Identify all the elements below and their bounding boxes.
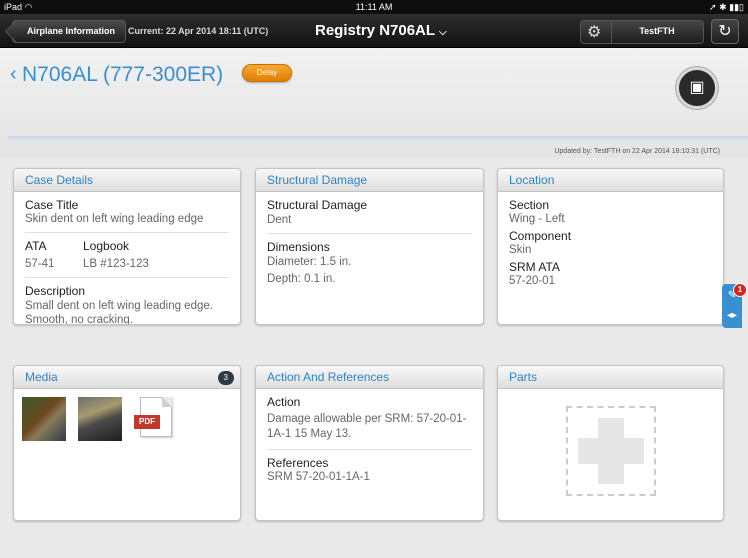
battery-icon: ➚ ✱ ▮▮▯ <box>709 2 744 12</box>
add-part-placeholder[interactable] <box>566 406 656 496</box>
media-thumbnail-photo[interactable] <box>22 397 66 441</box>
status-badge[interactable]: Delay <box>242 64 292 82</box>
back-button-label: Airplane Information <box>27 26 116 36</box>
airplane-information-back-button[interactable]: Airplane Information <box>12 20 127 43</box>
component-label: Component <box>509 229 572 243</box>
pdf-document-icon[interactable]: PDF <box>134 397 174 439</box>
location-card: Location Section Wing - Left Component S… <box>497 168 724 325</box>
registry-title-dropdown[interactable]: Registry N706AL ⌵ <box>315 22 447 39</box>
camera-icon: ▣ <box>689 79 705 96</box>
location-header[interactable]: Location <box>498 169 723 192</box>
gear-icon: ⚙ <box>587 24 602 41</box>
case-title: N706AL (777-300ER) <box>22 63 224 86</box>
structural-damage-card: Structural Damage Structural Damage Dent… <box>255 168 484 325</box>
action-label: Action <box>267 395 301 409</box>
case-details-header[interactable]: Case Details <box>14 169 240 192</box>
refresh-button[interactable]: ↻ <box>711 19 739 44</box>
action-references-header[interactable]: Action And References <box>256 366 483 389</box>
refresh-icon: ↻ <box>718 23 732 40</box>
divider <box>25 232 229 233</box>
camera-button[interactable]: ▣ <box>676 67 718 109</box>
divider <box>25 277 229 278</box>
component-value: Skin <box>509 244 532 256</box>
notification-badge: 1 <box>733 283 747 297</box>
media-header[interactable]: Media 3 <box>14 366 240 389</box>
dimensions-label: Dimensions <box>267 240 330 254</box>
ata-value: 57-41 <box>25 258 55 270</box>
case-header: ‹ N706AL (777-300ER) Delay ▣ Updated by:… <box>0 48 748 158</box>
action-references-card: Action And References Action Damage allo… <box>255 365 484 521</box>
user-settings-button[interactable]: ⚙ TestFTH <box>580 20 704 44</box>
status-bar: iPad ◠ 11:11 AM ➚ ✱ ▮▮▯ <box>0 0 748 14</box>
current-time-text: Current: 22 Apr 2014 18:11 (UTC) <box>128 26 269 36</box>
references-label: References <box>267 456 329 470</box>
srm-ata-label: SRM ATA <box>509 260 560 274</box>
chevron-down-icon: ⌵ <box>439 27 447 38</box>
updated-text: Updated by: TestFTH on 22 Apr 2014 18:10… <box>554 148 720 155</box>
expand-arrows-icon: ◂▸ <box>726 310 738 321</box>
header-divider <box>8 136 748 142</box>
logbook-value: LB #123-123 <box>83 258 149 270</box>
parts-card: Parts <box>497 365 724 521</box>
depth-value: Depth: 0.1 in. <box>267 273 336 285</box>
back-chevron-icon[interactable]: ‹ <box>10 63 17 86</box>
plus-icon-bar <box>578 438 644 464</box>
description-value: Small dent on left wing leading edge. Sm… <box>25 300 213 325</box>
media-card: Media 3 PDF <box>13 365 241 521</box>
registry-title: Registry N706AL <box>315 22 436 39</box>
diameter-value: Diameter: 1.5 in. <box>267 256 352 268</box>
srm-ata-value: 57-20-01 <box>509 275 556 287</box>
structural-damage-label: Structural Damage <box>267 198 368 212</box>
structural-damage-header[interactable]: Structural Damage <box>256 169 483 192</box>
parts-header[interactable]: Parts <box>498 366 723 389</box>
divider <box>267 449 472 450</box>
ata-label: ATA <box>25 239 47 253</box>
case-details-card: Case Details Case Title Skin dent on lef… <box>13 168 241 325</box>
structural-damage-value: Dent <box>267 214 292 226</box>
divider <box>267 233 472 234</box>
references-value: SRM 57-20-01-1A-1 <box>267 471 370 483</box>
case-title-value: Skin dent on left wing leading edge <box>25 213 204 225</box>
action-value: Damage allowable per SRM: 57-20-01-1A-1 … <box>267 413 467 440</box>
pdf-label: PDF <box>134 415 160 429</box>
description-label: Description <box>25 284 86 298</box>
user-name: TestFTH <box>639 26 675 36</box>
media-count-badge: 3 <box>217 371 234 385</box>
section-value: Wing - Left <box>509 213 565 225</box>
media-title: Media <box>25 370 58 384</box>
logbook-label: Logbook <box>83 239 130 253</box>
nav-bar: Airplane Information Current: 22 Apr 201… <box>0 14 748 48</box>
media-thumbnail-photo[interactable] <box>78 397 122 441</box>
section-label: Section <box>509 198 550 212</box>
status-time: 11:11 AM <box>355 2 393 12</box>
case-title-label: Case Title <box>25 198 79 212</box>
